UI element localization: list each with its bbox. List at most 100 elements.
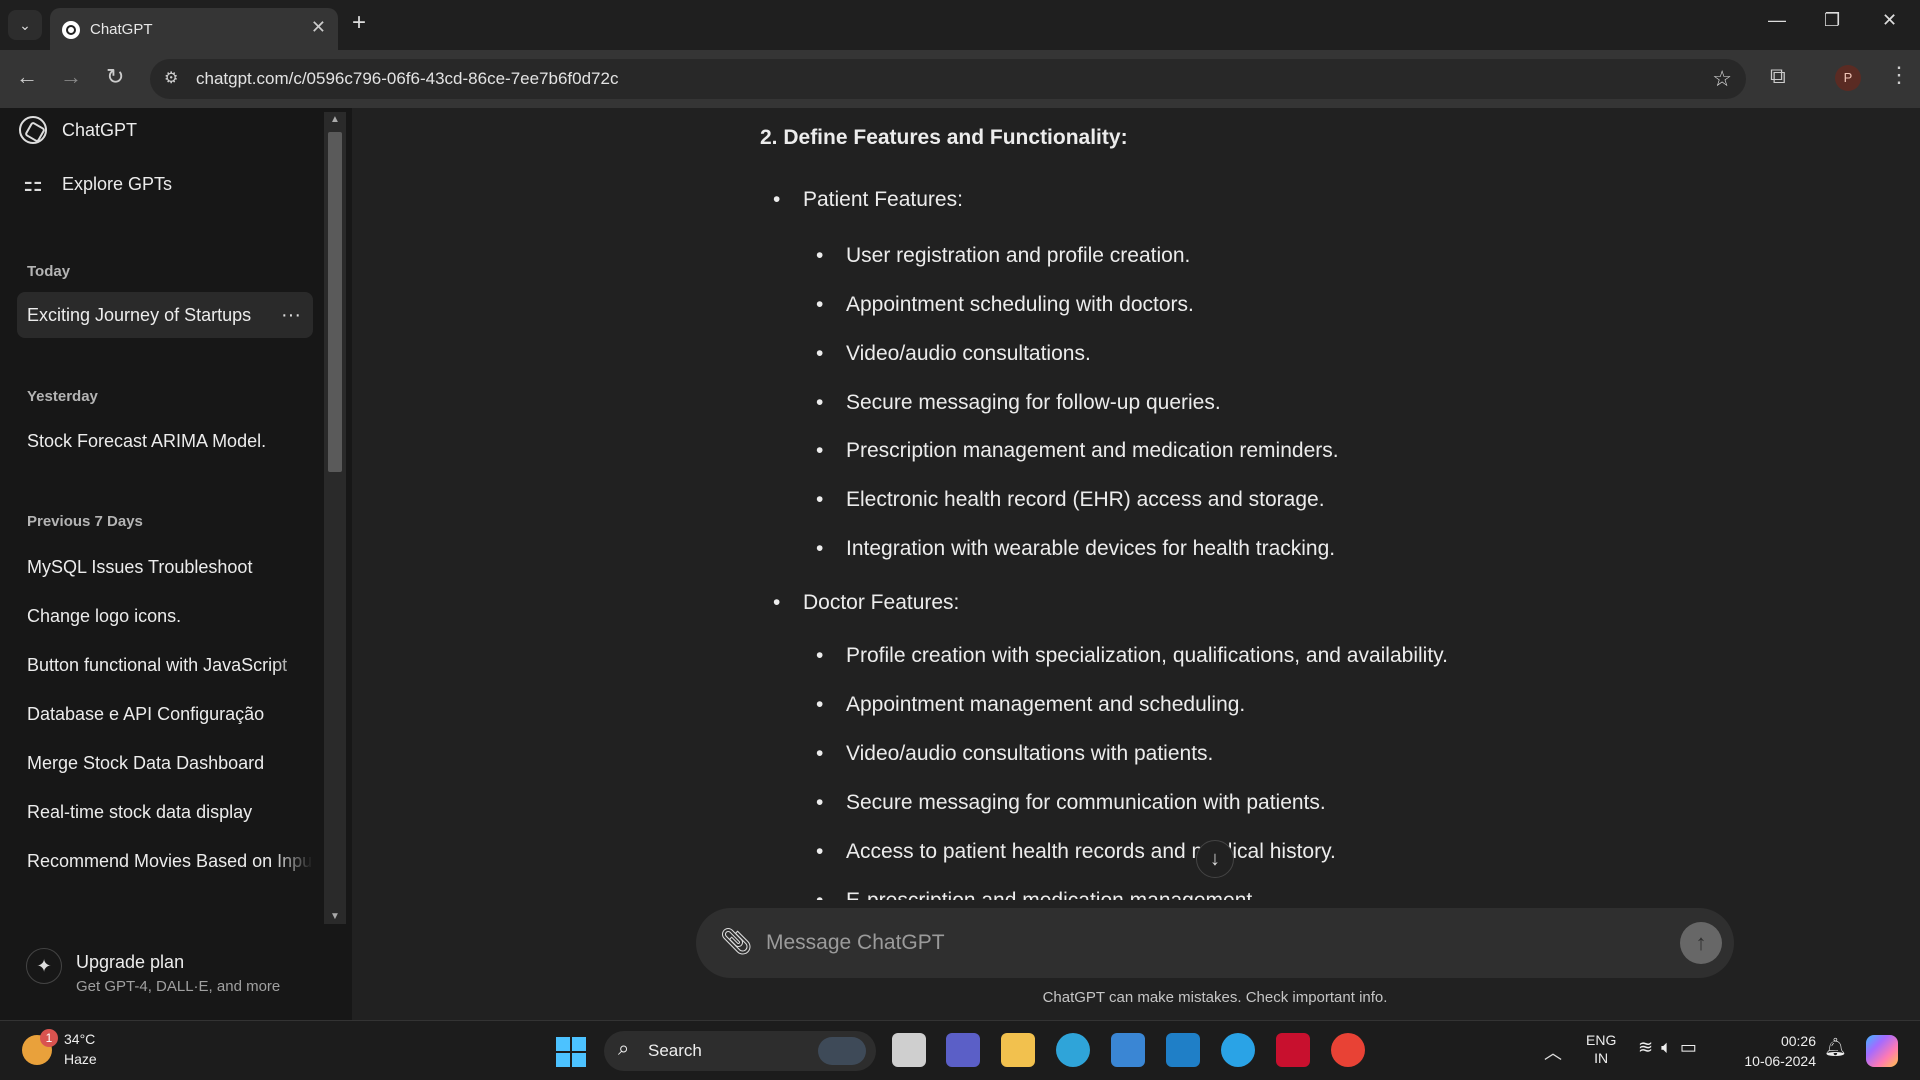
message-input[interactable] — [766, 926, 1646, 960]
browser-toolbar: ← → ↻ ⚙ chatgpt.com/c/0596c796-06f6-43cd… — [0, 50, 1920, 108]
upgrade-title: Upgrade plan — [76, 952, 185, 972]
notification-badge: 1 — [40, 1029, 58, 1047]
browser-tab[interactable]: ChatGPT ✕ — [50, 8, 338, 50]
back-icon[interactable]: ← — [16, 64, 38, 90]
weather-temperature[interactable]: 34°C — [64, 1031, 95, 1047]
chat-item[interactable]: Change logo icons. — [17, 593, 313, 639]
window-close-button[interactable]: ✕ — [1882, 10, 1897, 31]
mcafee-icon[interactable] — [1276, 1033, 1310, 1067]
tab-close-button[interactable]: ✕ — [311, 17, 326, 38]
chat-item-label: Database e API Configuração — [27, 704, 265, 724]
sidebar-item-label: ChatGPT — [62, 119, 138, 140]
send-button[interactable]: ↑ — [1680, 922, 1722, 964]
list-item: Video/audio consultations. — [816, 342, 1091, 366]
notification-bell-icon[interactable]: 🔔︎ — [1824, 1037, 1847, 1058]
address-bar[interactable]: ⚙ chatgpt.com/c/0596c796-06f6-43cd-86ce-… — [150, 59, 1746, 99]
clock-date: 10-06-2024 — [1744, 1053, 1816, 1069]
chat-item[interactable]: Stock Forecast ARIMA Model. — [17, 418, 313, 464]
extensions-icon[interactable]: ⧉ — [1770, 63, 1786, 89]
url-text: chatgpt.com/c/0596c796-06f6-43cd-86ce-7e… — [196, 69, 619, 88]
grid-icon: ⚏ — [23, 171, 43, 196]
list-group-title: Doctor Features: — [773, 591, 959, 615]
chat-item[interactable]: Exciting Journey of Startups ··· — [17, 292, 313, 338]
list-item: Integration with wearable devices for he… — [816, 537, 1335, 561]
chat-item-label: Recommend Movies Based on Input — [27, 851, 313, 871]
taskbar-search[interactable]: ⌕ Search — [604, 1031, 876, 1071]
edge-icon[interactable] — [1056, 1033, 1090, 1067]
chevron-down-icon: ⌄ — [19, 16, 31, 33]
section-title-previous-7-days: Previous 7 Days — [27, 513, 143, 530]
weather-description[interactable]: Haze — [64, 1051, 97, 1067]
chatgpt-logo-icon — [18, 115, 48, 145]
chat-item[interactable]: Real-time stock data display — [17, 789, 313, 835]
chat-item[interactable]: MySQL Issues Troubleshoot — [17, 544, 313, 590]
start-button[interactable] — [556, 1037, 586, 1067]
scroll-down-arrow-icon[interactable]: ▼ — [330, 911, 340, 922]
system-tray-icons[interactable]: ≋🔈︎▭ — [1638, 1037, 1705, 1058]
upgrade-subtitle: Get GPT-4, DALL·E, and more — [76, 978, 281, 995]
tips-icon[interactable] — [1221, 1033, 1255, 1067]
new-tab-button[interactable]: + — [352, 9, 366, 37]
list-item: Secure messaging for communication with … — [816, 791, 1326, 815]
scrollbar-thumb[interactable] — [328, 132, 342, 472]
list-item: User registration and profile creation. — [816, 244, 1190, 268]
reload-icon[interactable]: ↻ — [106, 64, 124, 90]
message-composer: 📎︎ ↑ — [696, 908, 1734, 978]
chat-item[interactable]: Database e API Configuração — [17, 691, 313, 737]
chatgpt-favicon-icon — [62, 21, 80, 39]
tray-overflow-icon[interactable]: ︿ — [1544, 1039, 1562, 1065]
arrow-down-icon: ↓ — [1210, 848, 1220, 870]
chat-item[interactable]: Button functional with JavaScript — [17, 642, 313, 688]
profile-avatar[interactable]: P — [1835, 65, 1861, 91]
list-item: Appointment scheduling with doctors. — [816, 293, 1194, 317]
task-view-icon[interactable] — [892, 1033, 926, 1067]
paperclip-icon[interactable]: 📎︎ — [720, 926, 753, 957]
sidebar: ChatGPT ⚏ Explore GPTs Today Exciting Jo… — [0, 108, 352, 1020]
forward-icon[interactable]: → — [60, 64, 82, 90]
response-heading: 2. Define Features and Functionality: — [760, 126, 1128, 149]
search-icon: ⌕ — [618, 1038, 630, 1060]
chat-item-label: MySQL Issues Troubleshoot — [27, 557, 253, 577]
list-item: Access to patient health records and med… — [816, 840, 1336, 864]
list-item: Video/audio consultations with patients. — [816, 742, 1213, 766]
file-explorer-icon[interactable] — [1001, 1033, 1035, 1067]
copilot-icon[interactable] — [1866, 1035, 1898, 1067]
chat-item[interactable]: Merge Stock Data Dashboard — [17, 740, 313, 786]
tab-list-button[interactable]: ⌄ — [8, 10, 42, 40]
sidebar-scrollbar[interactable]: ▲ ▼ — [324, 112, 346, 924]
disclaimer-text: ChatGPT can make mistakes. Check importa… — [1042, 989, 1388, 1006]
list-item: Profile creation with specialization, qu… — [816, 644, 1448, 668]
site-info-icon[interactable]: ⚙ — [164, 68, 178, 88]
upgrade-plan-button[interactable]: ✦ Upgrade plan Get GPT-4, DALL·E, and mo… — [26, 940, 326, 1000]
clock[interactable]: 00:26 10-06-2024 — [1736, 1031, 1816, 1071]
mylio-icon[interactable] — [1166, 1033, 1200, 1067]
chat-item[interactable]: Recommend Movies Based on Input — [17, 838, 313, 884]
scroll-to-bottom-button[interactable]: ↓ — [1196, 840, 1234, 878]
sidebar-item-label: Explore GPTs — [62, 173, 173, 194]
more-options-icon[interactable]: ··· — [281, 292, 301, 338]
minimize-button[interactable]: — — [1768, 10, 1786, 31]
list-item: Electronic health record (EHR) access an… — [816, 488, 1325, 512]
teams-icon[interactable] — [946, 1033, 980, 1067]
scroll-up-arrow-icon[interactable]: ▲ — [330, 114, 340, 125]
chat-item-label: Real-time stock data display — [27, 802, 253, 822]
clock-time: 00:26 — [1780, 1033, 1816, 1049]
sidebar-item-chatgpt[interactable]: ChatGPT — [18, 108, 137, 152]
language-indicator[interactable]: ENG IN — [1586, 1031, 1616, 1067]
browser-tab-bar: ⌄ ChatGPT ✕ + — ❐ ✕ — [0, 0, 1920, 50]
chrome-icon[interactable] — [1331, 1033, 1365, 1067]
restore-button[interactable]: ❐ — [1824, 10, 1840, 31]
menu-icon[interactable]: ⋮ — [1888, 62, 1910, 88]
list-item: Secure messaging for follow-up queries. — [816, 391, 1221, 415]
section-title-today: Today — [27, 263, 71, 280]
star-icon[interactable]: ☆ — [1712, 66, 1732, 92]
sidebar-item-explore-gpts[interactable]: ⚏ Explore GPTs — [18, 162, 172, 206]
store-icon[interactable] — [1111, 1033, 1145, 1067]
language-code: ENG — [1586, 1032, 1617, 1048]
search-label: Search — [648, 1041, 702, 1060]
arrow-up-icon: ↑ — [1695, 930, 1707, 955]
region-code: IN — [1594, 1050, 1609, 1066]
chat-item-label: Change logo icons. — [27, 606, 182, 626]
chat-item-label: Button functional with JavaScript — [27, 655, 288, 675]
chat-item-label: Exciting Journey of Startups — [27, 305, 252, 325]
